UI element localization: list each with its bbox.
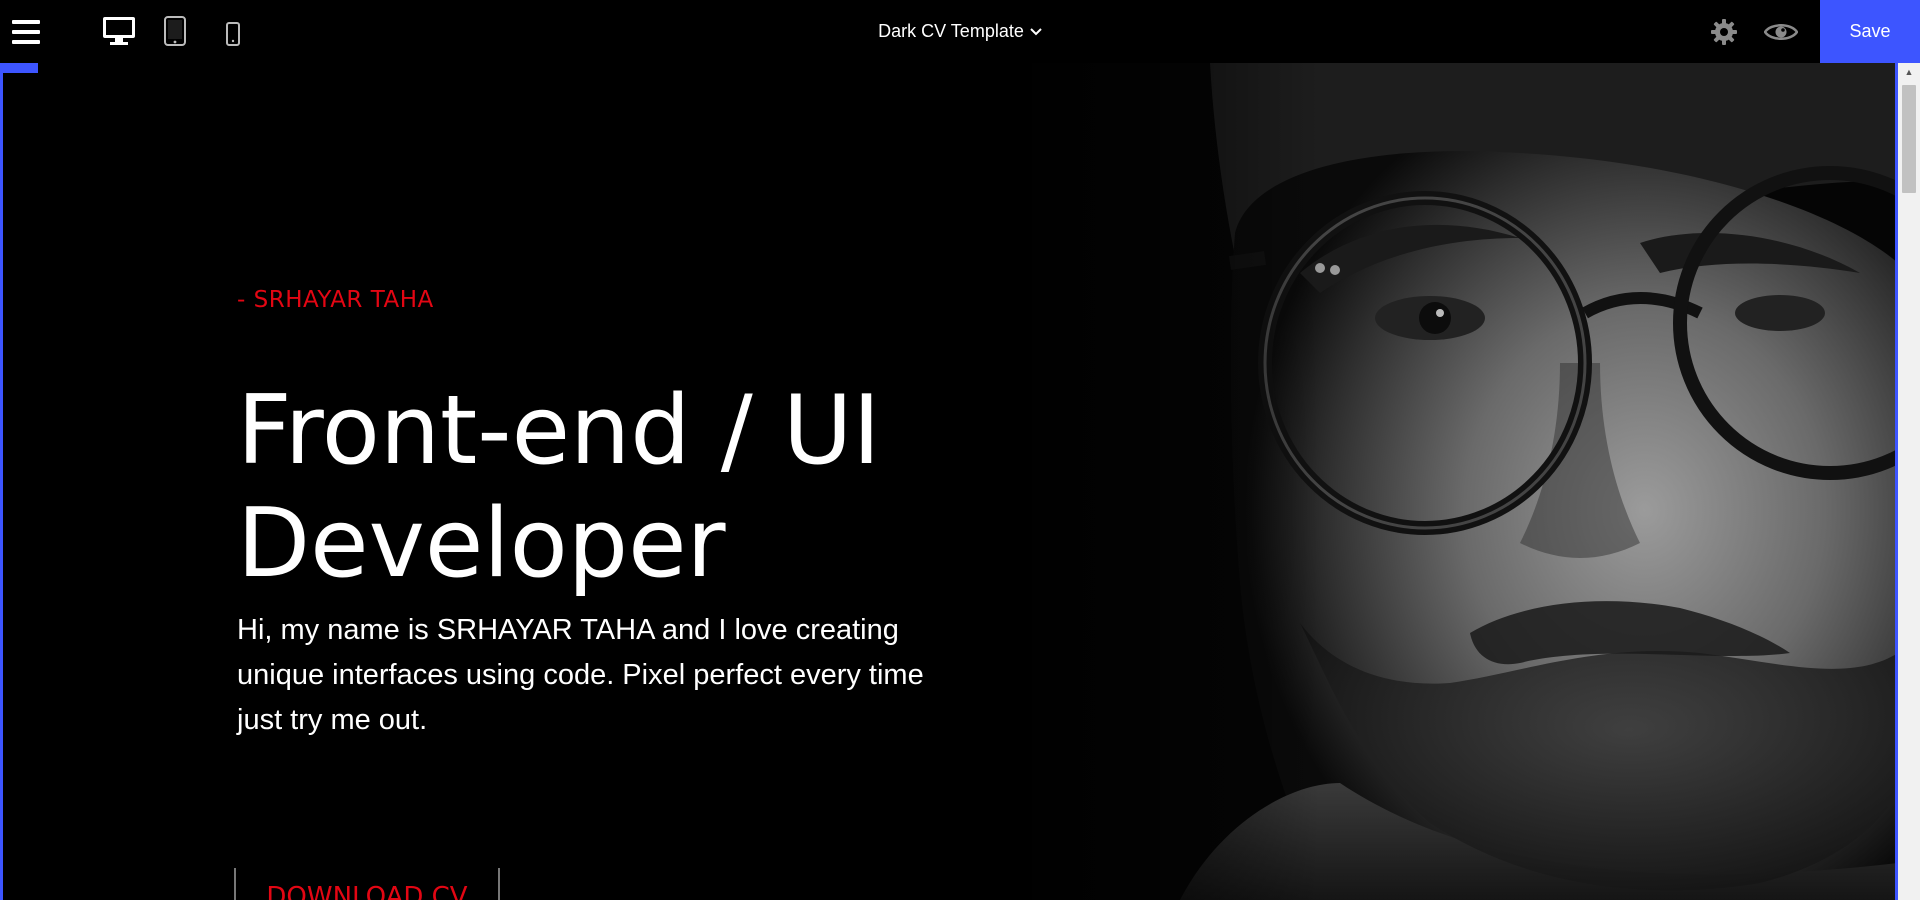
template-title: Dark CV Template [878,21,1024,41]
canvas-frame-left [0,63,3,900]
eye-icon[interactable] [1763,20,1799,49]
chevron-down-icon [1030,27,1042,35]
save-button[interactable]: Save [1820,0,1920,63]
editor-toolbar: Dark CV Template Save [0,0,1920,63]
headline-line-1: Front-end / UI [237,376,881,486]
gear-icon[interactable] [1710,18,1738,51]
hero-kicker: - SRHAYAR TAHA [237,287,434,313]
canvas-frame-right [1895,63,1898,900]
hamburger-menu-icon[interactable] [12,20,40,44]
vertical-scrollbar[interactable]: ▲ [1898,63,1920,900]
tablet-icon[interactable] [164,16,186,46]
download-cv-button[interactable]: DOWNLOAD CV [234,868,500,900]
scroll-up-arrow-icon[interactable]: ▲ [1898,66,1920,78]
template-title-dropdown[interactable]: Dark CV Template [878,21,1042,42]
hero-headline: Front-end / UI Developer [237,375,1037,601]
canvas-frame-tab [0,63,38,73]
page-canvas: - SRHAYAR TAHA Front-end / UI Developer … [0,63,1898,900]
portrait-photo [1000,63,1898,900]
mobile-icon[interactable] [226,22,240,46]
hero-intro: Hi, my name is SRHAYAR TAHA and I love c… [237,614,924,736]
headline-line-2: Developer [237,489,726,599]
desktop-icon[interactable] [102,16,136,46]
scrollbar-thumb[interactable] [1902,85,1916,193]
